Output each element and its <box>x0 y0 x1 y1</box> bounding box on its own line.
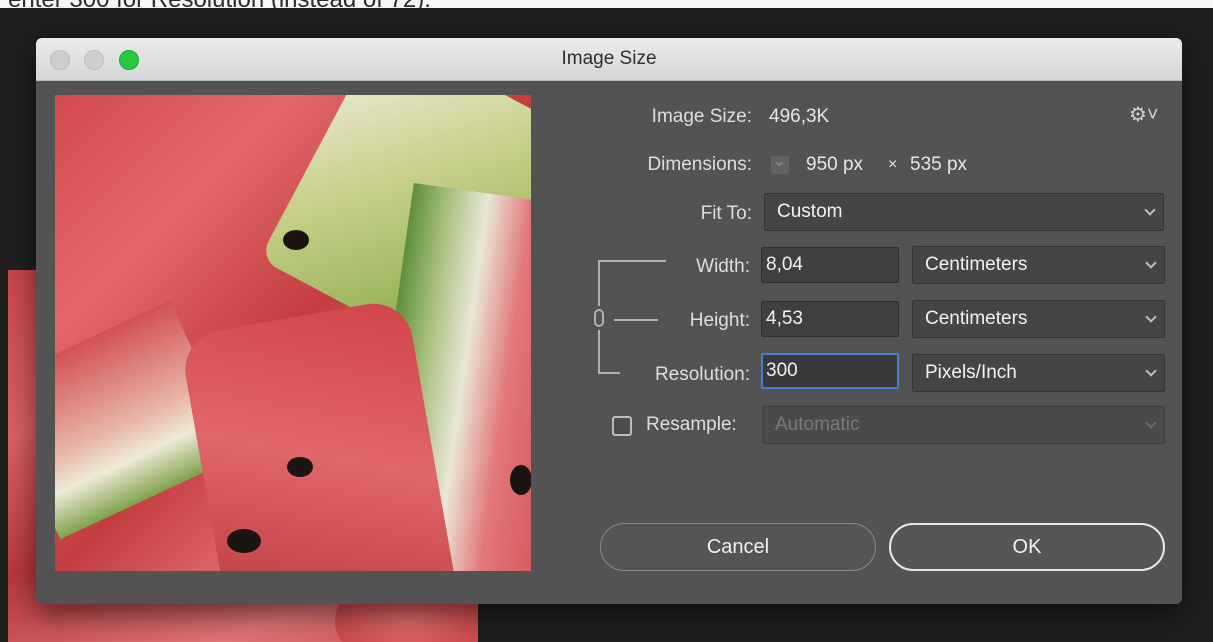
height-unit-value: Centimeters <box>925 308 1028 329</box>
chevron-down-icon <box>1145 311 1157 323</box>
fit-to-value: Custom <box>777 201 843 222</box>
fit-to-label: Fit To: <box>700 203 752 224</box>
title-bar: Image Size <box>36 38 1182 81</box>
link-bracket-bottom <box>598 330 600 374</box>
seed-shape <box>227 529 261 553</box>
seed-shape <box>283 230 309 250</box>
width-label: Width: <box>696 256 750 277</box>
seed-shape <box>510 465 531 495</box>
gear-icon[interactable]: ⚙˅ <box>1129 102 1159 127</box>
link-bracket-bottom-arm <box>598 372 620 374</box>
fit-to-select[interactable]: Custom <box>764 193 1164 231</box>
link-bracket-top-arm <box>598 260 666 262</box>
chevron-down-icon <box>1145 257 1157 269</box>
link-bracket-top <box>598 260 600 306</box>
resample-method-value: Automatic <box>775 414 860 435</box>
dimensions-height: 535 px <box>910 154 968 175</box>
chevron-down-icon <box>1145 417 1157 429</box>
width-unit-value: Centimeters <box>925 254 1028 275</box>
image-size-label: Image Size: <box>651 106 752 127</box>
resample-checkbox[interactable] <box>612 416 632 436</box>
dimensions-width: 950 px <box>806 154 864 175</box>
resolution-unit-select[interactable]: Pixels/Inch <box>912 354 1165 392</box>
link-bracket-mid-arm <box>614 319 658 321</box>
cancel-button[interactable]: Cancel <box>600 523 876 571</box>
chevron-down-icon <box>1145 365 1157 377</box>
image-preview[interactable] <box>55 95 531 571</box>
resample-label: Resample: <box>646 414 737 435</box>
height-unit-select[interactable]: Centimeters <box>912 300 1165 338</box>
resolution-unit-value: Pixels/Inch <box>925 362 1017 383</box>
image-size-value: 496,3K <box>769 106 830 127</box>
window-title: Image Size <box>561 48 657 69</box>
width-input[interactable]: 8,04 <box>761 247 899 283</box>
height-input[interactable]: 4,53 <box>761 301 899 337</box>
resample-method-select[interactable]: Automatic <box>762 406 1165 444</box>
ok-button[interactable]: OK <box>889 523 1165 571</box>
chevron-down-icon <box>1144 204 1156 216</box>
height-label: Height: <box>689 310 750 331</box>
dimensions-label: Dimensions: <box>647 154 752 175</box>
chain-link-icon[interactable] <box>594 309 604 327</box>
seed-shape <box>287 457 313 477</box>
dimensions-times: × <box>888 156 898 173</box>
dimensions-units-dropdown[interactable] <box>771 156 789 174</box>
image-size-dialog: Image Size Image Size: 496,3K ⚙˅ Dimensi… <box>36 38 1182 604</box>
resolution-input[interactable]: 300 <box>761 353 899 389</box>
width-unit-select[interactable]: Centimeters <box>912 246 1165 284</box>
resolution-label: Resolution: <box>654 364 750 385</box>
